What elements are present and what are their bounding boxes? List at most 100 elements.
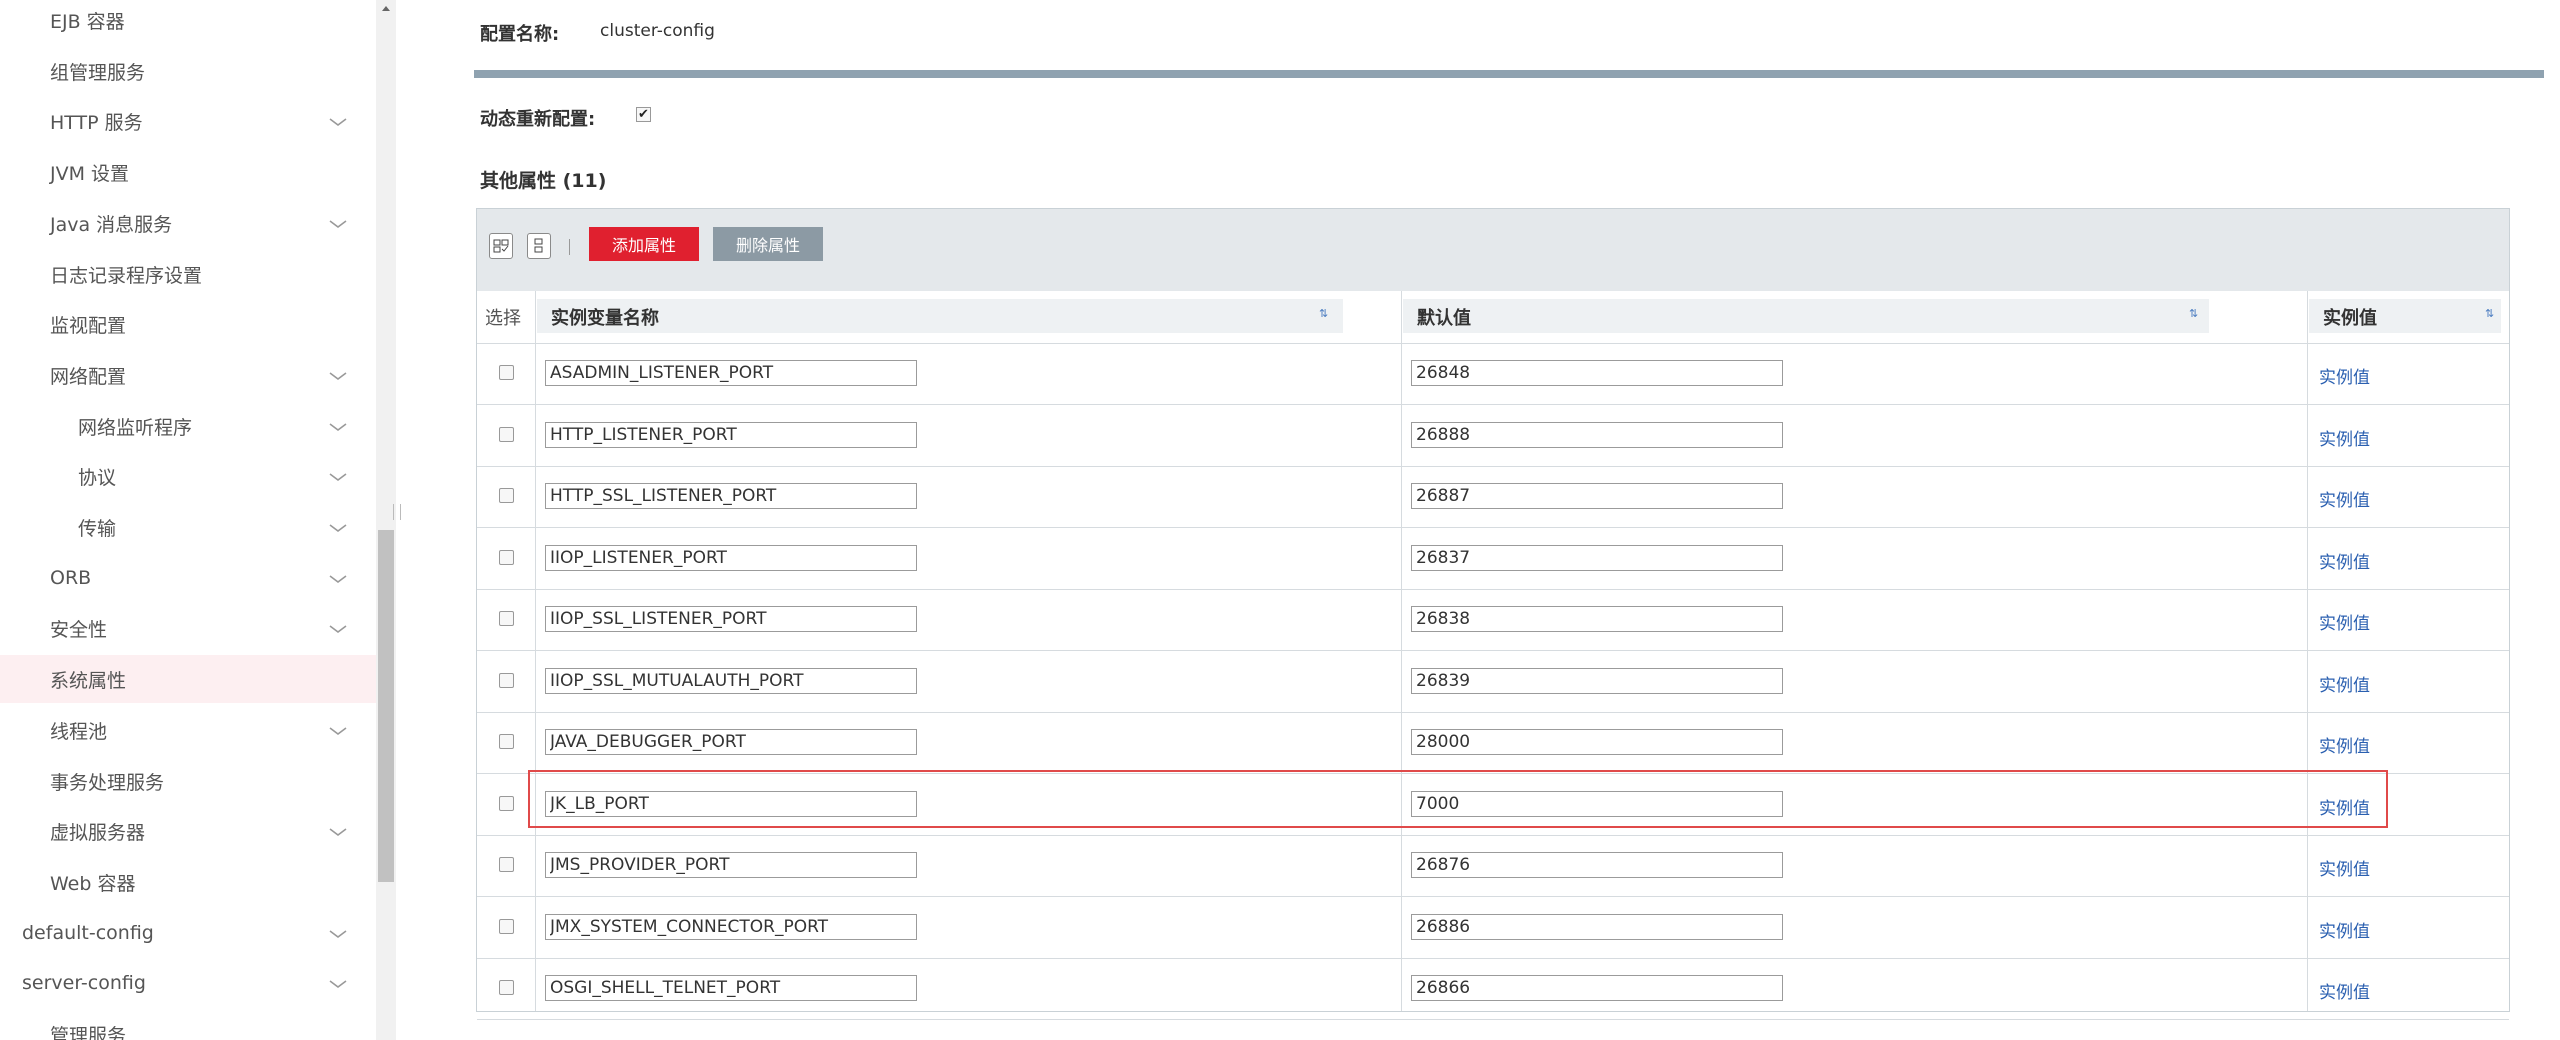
default-value-input[interactable]	[1411, 360, 1783, 386]
instance-value-link[interactable]: 实例值	[2319, 548, 2370, 573]
sidebar-item-label: 传输	[78, 517, 117, 540]
sidebar-item[interactable]: 虚拟服务器	[0, 807, 376, 855]
instance-value-link[interactable]: 实例值	[2319, 363, 2370, 388]
sidebar-item[interactable]: 日志记录程序设置	[0, 250, 376, 298]
sidebar-item-label: 日志记录程序设置	[50, 264, 203, 287]
toolbar-separator	[569, 239, 570, 255]
sidebar-item[interactable]: 线程池	[0, 706, 376, 754]
chevron-down-icon[interactable]	[326, 365, 350, 385]
default-value-input[interactable]	[1411, 545, 1783, 571]
chevron-down-icon[interactable]	[326, 973, 350, 993]
sort-name-icon[interactable]: ⇅	[1319, 308, 1328, 319]
instance-value-link[interactable]: 实例值	[2319, 978, 2370, 1003]
select-all-icon[interactable]	[489, 233, 513, 259]
sort-default-icon[interactable]: ⇅	[2189, 308, 2198, 319]
default-value-input[interactable]	[1411, 729, 1783, 755]
row-select-checkbox[interactable]	[499, 980, 514, 995]
dynamic-reconfig-label: 动态重新配置:	[480, 109, 596, 130]
sidebar-item[interactable]: ORB	[0, 554, 376, 602]
row-select-checkbox[interactable]	[499, 365, 514, 380]
instance-value-link[interactable]: 实例值	[2319, 425, 2370, 450]
variable-name-input[interactable]	[545, 729, 917, 755]
sidebar-item[interactable]: 事务处理服务	[0, 757, 376, 805]
header-default[interactable]: 默认值	[1417, 291, 1471, 343]
instance-value-link[interactable]: 实例值	[2319, 917, 2370, 942]
instance-value-link[interactable]: 实例值	[2319, 855, 2370, 880]
sidebar-item-label: JVM 设置	[50, 162, 130, 185]
delete-property-button[interactable]: 删除属性	[713, 227, 823, 261]
sidebar-item[interactable]: JVM 设置	[0, 148, 376, 196]
variable-name-input[interactable]	[545, 545, 917, 571]
chevron-down-icon[interactable]	[326, 111, 350, 131]
sidebar-item[interactable]: 协议	[0, 452, 376, 500]
row-select-checkbox[interactable]	[499, 734, 514, 749]
instance-value-link[interactable]: 实例值	[2319, 794, 2370, 819]
deselect-all-icon[interactable]	[527, 233, 551, 259]
instance-value-link[interactable]: 实例值	[2319, 486, 2370, 511]
sidebar-item[interactable]: 监视配置	[0, 300, 376, 348]
chevron-down-icon[interactable]	[326, 720, 350, 740]
variable-name-input[interactable]	[545, 791, 917, 817]
row-select-checkbox[interactable]	[499, 673, 514, 688]
header-name[interactable]: 实例变量名称	[551, 291, 659, 343]
row-select-checkbox[interactable]	[499, 857, 514, 872]
instance-value-link[interactable]: 实例值	[2319, 671, 2370, 696]
sidebar-scrollbar[interactable]	[376, 0, 396, 1040]
default-value-input[interactable]	[1411, 668, 1783, 694]
row-select-checkbox[interactable]	[499, 488, 514, 503]
chevron-down-icon[interactable]	[326, 821, 350, 841]
default-value-input[interactable]	[1411, 852, 1783, 878]
header-instance[interactable]: 实例值	[2323, 291, 2377, 343]
row-select-checkbox[interactable]	[499, 427, 514, 442]
sidebar-item-label: HTTP 服务	[50, 111, 143, 134]
variable-name-input[interactable]	[545, 668, 917, 694]
variable-name-input[interactable]	[545, 422, 917, 448]
sidebar-item[interactable]: HTTP 服务	[0, 97, 376, 145]
row-select-checkbox[interactable]	[499, 919, 514, 934]
variable-name-input[interactable]	[545, 606, 917, 632]
sidebar-item[interactable]: 网络监听程序	[0, 402, 376, 450]
row-select-checkbox[interactable]	[499, 550, 514, 565]
row-select-checkbox[interactable]	[499, 611, 514, 626]
sidebar-item[interactable]: 传输	[0, 503, 376, 551]
chevron-down-icon[interactable]	[326, 517, 350, 537]
variable-name-input[interactable]	[545, 360, 917, 386]
chevron-down-icon[interactable]	[326, 568, 350, 588]
table-row: 实例值	[477, 589, 2509, 651]
resize-grip-icon[interactable]	[393, 504, 401, 520]
sidebar-item[interactable]: Web 容器	[0, 858, 376, 906]
dynamic-reconfig-checkbox[interactable]: ✔	[636, 107, 651, 122]
chevron-down-icon[interactable]	[326, 416, 350, 436]
default-value-input[interactable]	[1411, 975, 1783, 1001]
default-value-input[interactable]	[1411, 483, 1783, 509]
sidebar-item[interactable]: 组管理服务	[0, 47, 376, 95]
chevron-down-icon[interactable]	[326, 618, 350, 638]
sidebar-item[interactable]: 安全性	[0, 604, 376, 652]
sidebar-item[interactable]: 管理服务	[0, 1010, 376, 1040]
default-value-input[interactable]	[1411, 791, 1783, 817]
variable-name-input[interactable]	[545, 483, 917, 509]
sidebar-item[interactable]: Java 消息服务	[0, 199, 376, 247]
default-value-input[interactable]	[1411, 606, 1783, 632]
sort-instance-icon[interactable]: ⇅	[2485, 308, 2494, 319]
chevron-down-icon[interactable]	[326, 466, 350, 486]
sidebar-item[interactable]: 系统属性	[0, 655, 376, 703]
row-select-checkbox[interactable]	[499, 796, 514, 811]
sidebar-item[interactable]: 网络配置	[0, 351, 376, 399]
chevron-down-icon[interactable]	[326, 923, 350, 943]
sidebar-scrollbar-thumb[interactable]	[378, 530, 394, 882]
instance-value-link[interactable]: 实例值	[2319, 732, 2370, 757]
variable-name-input[interactable]	[545, 852, 917, 878]
chevron-down-icon[interactable]	[326, 213, 350, 233]
add-property-button[interactable]: 添加属性	[589, 227, 699, 261]
scroll-up-arrow-icon[interactable]	[376, 0, 396, 18]
sidebar-item[interactable]: EJB 容器	[0, 0, 376, 44]
instance-value-link[interactable]: 实例值	[2319, 609, 2370, 634]
sidebar-item[interactable]: default-config	[0, 909, 376, 957]
variable-name-input[interactable]	[545, 975, 917, 1001]
sidebar-item[interactable]: server-config	[0, 959, 376, 1007]
sidebar-item-label: Java 消息服务	[50, 213, 173, 236]
default-value-input[interactable]	[1411, 422, 1783, 448]
default-value-input[interactable]	[1411, 914, 1783, 940]
variable-name-input[interactable]	[545, 914, 917, 940]
